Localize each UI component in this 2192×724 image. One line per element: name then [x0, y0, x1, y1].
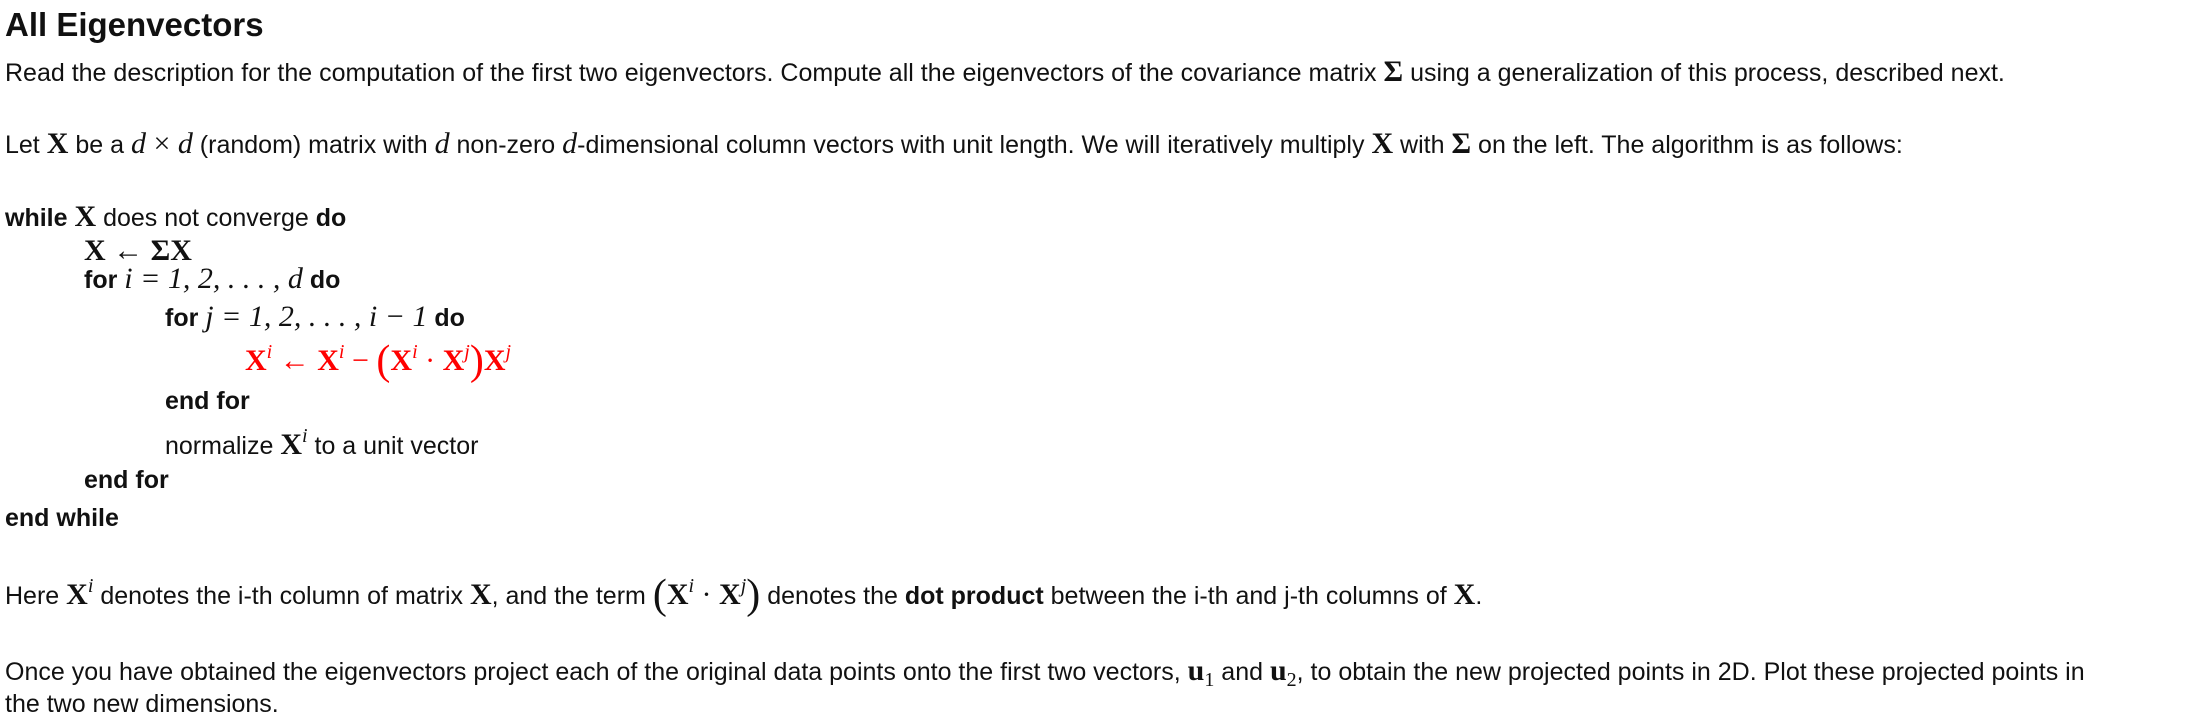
keyword-for: for [84, 266, 118, 294]
vector-u: u [1187, 654, 1205, 687]
p2-text-5: -dimensional column vectors with unit le… [577, 131, 1372, 159]
notation-paragraph: Here Xi denotes the i-th column of matri… [5, 574, 1483, 616]
p2-text-1: Let [5, 131, 47, 159]
p2-text-3: (random) matrix with [192, 131, 435, 159]
p3-text-3: , and the term [491, 582, 653, 610]
algo-normalize-line: normalize Xi to a unit vector [165, 426, 479, 463]
algo-end-while: end while [5, 504, 119, 532]
dim-d: d [562, 127, 578, 160]
normalize-text-2: to a unit vector [307, 432, 479, 460]
vector-u: u [1269, 654, 1287, 687]
while-condition-text: does not converge [96, 204, 316, 232]
sigma-symbol: Σ [1383, 55, 1404, 88]
keyword-do: do [315, 204, 347, 232]
subscript-1: 1 [1204, 669, 1215, 691]
p4-text-1: Once you have obtained the eigenvectors … [5, 658, 1188, 686]
dot-operator: · [694, 578, 720, 611]
for-j-range: j = 1, 2, . . . , i − 1 [205, 300, 428, 333]
keyword-do: do [434, 304, 465, 332]
superscript-j: j [505, 341, 512, 363]
p2-text-7: on the left. The algorithm is as follows… [1471, 131, 1903, 159]
right-paren: ) [746, 572, 761, 618]
matrix-x: X [1453, 578, 1476, 611]
matrix-x: X [317, 344, 339, 377]
minus-sign: − [344, 344, 377, 377]
normalize-text-1: normalize [165, 432, 281, 460]
subscript-2: 2 [1286, 669, 1297, 691]
keyword-while: while [5, 204, 68, 232]
keyword-for: for [165, 304, 199, 332]
algo-end-for-inner: end for [165, 387, 250, 415]
matrix-x: X [469, 578, 492, 611]
left-paren: ( [376, 338, 391, 384]
p4-text-2: and [1214, 658, 1270, 686]
dim-d: d [130, 127, 146, 160]
p3-text-2: denotes the i-th column of matrix [93, 582, 470, 610]
p4-text-3: , to obtain the new projected points in … [1296, 658, 2085, 686]
dot-operator: · [417, 344, 443, 377]
p2-text-2: be a [68, 131, 131, 159]
right-paren: ) [469, 338, 484, 384]
p3-text-4: denotes the [760, 582, 905, 610]
matrix-x: X [74, 200, 97, 233]
dim-d: d [177, 127, 193, 160]
matrix-x: X [245, 344, 267, 377]
matrix-x: X [46, 127, 69, 160]
p3-text-5: between the i-th and j-th columns of [1043, 582, 1454, 610]
intro-text-2: using a generalization of this process, … [1403, 59, 2005, 87]
projection-paragraph-line-2: the two new dimensions. [5, 690, 279, 718]
matrix-x: X [483, 344, 506, 377]
matrix-x: X [1371, 127, 1394, 160]
p2-text-4: non-zero [449, 131, 563, 159]
left-paren: ( [652, 572, 667, 618]
projection-paragraph-line-1: Once you have obtained the eigenvectors … [5, 654, 2085, 691]
matrix-description-paragraph: Let X be a d × d (random) matrix with d … [5, 127, 1903, 162]
algo-for-i-line: for i = 1, 2, . . . , d do [84, 262, 340, 297]
intro-text-1: Read the description for the computation… [5, 59, 1384, 87]
times-symbol: × [145, 127, 178, 160]
matrix-x: X [390, 344, 413, 377]
for-i-range: i = 1, 2, . . . , d [124, 262, 303, 295]
p2-text-6: with [1393, 131, 1452, 159]
dim-d: d [434, 127, 450, 160]
algo-update-line: Xi ← Xi − (Xi · Xj)Xj [245, 340, 512, 382]
intro-paragraph: Read the description for the computation… [5, 55, 2005, 90]
sigma-symbol: Σ [1451, 127, 1472, 160]
keyword-do: do [309, 266, 341, 294]
page-title: All Eigenvectors [5, 6, 264, 43]
algo-end-for-outer: end for [84, 466, 169, 494]
algo-for-j-line: for j = 1, 2, . . . , i − 1 do [165, 300, 465, 335]
left-arrow: ← [272, 344, 318, 377]
matrix-x: X [442, 344, 465, 377]
algo-while-line: while X does not converge do [5, 200, 346, 235]
p3-text-6: . [1475, 582, 1483, 610]
p3-text-1: Here [5, 582, 67, 610]
matrix-x: X [666, 578, 689, 611]
matrix-x: X [280, 428, 302, 461]
matrix-x: X [719, 578, 741, 611]
matrix-x: X [66, 578, 88, 611]
dot-product-term: dot product [904, 582, 1044, 610]
